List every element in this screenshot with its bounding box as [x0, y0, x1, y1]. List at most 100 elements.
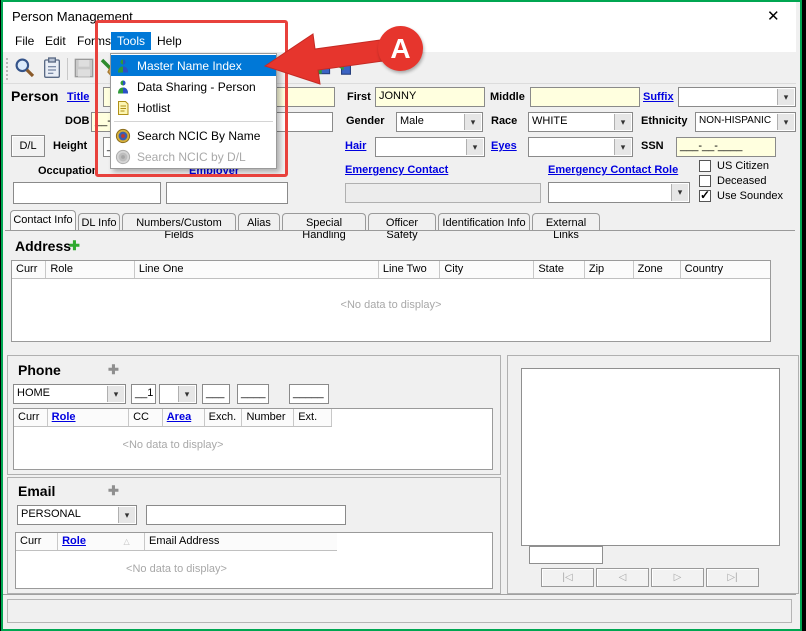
book-icon[interactable] — [314, 57, 338, 81]
emergency-contact-link[interactable]: Emergency Contact — [345, 164, 448, 176]
gender-select[interactable]: Male ▾ — [396, 112, 483, 132]
save-icon[interactable] — [72, 56, 96, 80]
emergency-contact-role-link[interactable]: Emergency Contact Role — [548, 164, 678, 176]
checkbox-box[interactable] — [699, 160, 711, 172]
email-col-role[interactable]: Role — [58, 533, 119, 550]
race-value: WHITE — [532, 115, 567, 127]
phone-ext-field[interactable]: _____ — [289, 384, 329, 404]
email-address-field[interactable] — [146, 505, 346, 525]
add-phone-icon[interactable]: ✚ — [108, 362, 119, 378]
eyes-link[interactable]: Eyes — [491, 140, 517, 152]
hair-select[interactable]: ▾ — [375, 137, 485, 157]
suffix-link-text[interactable]: Suffix — [643, 91, 674, 103]
chevron-down-icon[interactable]: ▾ — [777, 114, 794, 130]
address-col-line-two[interactable]: Line Two — [379, 261, 440, 278]
chevron-down-icon[interactable]: ▾ — [178, 386, 195, 402]
add-email-icon[interactable]: ✚ — [108, 483, 119, 499]
address-col-zone[interactable]: Zone — [634, 261, 681, 278]
ssn-field[interactable]: ___-__-____ — [676, 137, 776, 157]
nav-last-button[interactable]: ▷| — [706, 568, 759, 587]
suffix-select[interactable]: ▾ — [678, 87, 796, 107]
address-col-country[interactable]: Country — [681, 261, 770, 278]
employer-field[interactable] — [166, 182, 288, 204]
menu-edit[interactable]: Edit — [39, 32, 72, 50]
address-col-role[interactable]: Role — [46, 261, 135, 278]
occupation-field[interactable] — [13, 182, 161, 204]
person-icon — [115, 79, 131, 95]
phone-area-select[interactable]: ▾ — [159, 384, 197, 404]
person-small-icon[interactable] — [287, 57, 311, 81]
chevron-down-icon[interactable]: ▾ — [777, 89, 794, 105]
toolbar-grip — [6, 58, 9, 80]
gender-label: Gender — [346, 115, 385, 127]
address-col-curr[interactable]: Curr — [12, 261, 46, 278]
phone-exch-field[interactable]: ___ — [202, 384, 230, 404]
first-name-field[interactable]: JONNY — [375, 87, 485, 107]
email-col-curr[interactable]: Curr — [16, 533, 58, 550]
close-icon[interactable]: ✕ — [767, 7, 780, 25]
menu-item-master-name-index[interactable]: Master Name Index — [111, 55, 276, 76]
ethnicity-select[interactable]: NON-HISPANIC ▾ — [695, 112, 796, 132]
dl-button[interactable]: D/L — [11, 135, 45, 157]
menu-help[interactable]: Help — [151, 32, 188, 50]
address-col-zip[interactable]: Zip — [585, 261, 634, 278]
menu-item-data-sharing-person[interactable]: Data Sharing - Person — [111, 76, 276, 97]
person-section-label: Person — [11, 88, 58, 104]
menu-item-hotlist[interactable]: Hotlist — [111, 97, 276, 118]
tab-officer-safety[interactable]: Officer Safety — [368, 213, 436, 230]
tab-special-handling[interactable]: Special Handling — [282, 213, 366, 230]
menu-tools[interactable]: Tools — [111, 32, 151, 50]
chevron-down-icon[interactable]: ▾ — [614, 114, 631, 130]
address-col-state[interactable]: State — [534, 261, 585, 278]
address-col-line-one[interactable]: Line One — [135, 261, 379, 278]
middle-name-field[interactable] — [530, 87, 640, 107]
person-icon — [115, 58, 131, 74]
menu-file[interactable]: File — [9, 32, 40, 50]
email-col-address[interactable]: Email Address — [145, 533, 337, 550]
phone-col-number[interactable]: Number — [242, 409, 294, 426]
tab-alias[interactable]: Alias — [238, 213, 280, 230]
add-address-icon[interactable]: ✚ — [69, 238, 80, 254]
eyes-select[interactable]: ▾ — [528, 137, 633, 157]
phone-grid-header: Curr Role CC Area Exch. Number Ext. — [14, 409, 332, 427]
tab-contact-info[interactable]: Contact Info — [10, 210, 76, 230]
chevron-down-icon[interactable]: ▾ — [466, 139, 483, 155]
chevron-down-icon[interactable]: ▾ — [671, 184, 688, 201]
race-select[interactable]: WHITE ▾ — [528, 112, 633, 132]
chevron-down-icon[interactable]: ▾ — [614, 139, 631, 155]
nav-next-button[interactable]: ▷ — [651, 568, 704, 587]
tab-external-links[interactable]: External Links — [532, 213, 600, 230]
gender-value: Male — [400, 115, 424, 127]
chevron-down-icon[interactable]: ▾ — [464, 114, 481, 130]
chevron-down-icon[interactable]: ▾ — [107, 386, 124, 402]
phone-col-area[interactable]: Area — [163, 409, 205, 426]
phone-section-label: Phone — [18, 362, 61, 378]
photo-tab[interactable] — [529, 546, 603, 564]
emergency-contact-role-select[interactable]: ▾ — [548, 182, 690, 203]
checkbox-box[interactable]: ✓ — [699, 190, 711, 202]
phone-col-cc[interactable]: CC — [129, 409, 163, 426]
exit-door-icon[interactable] — [336, 57, 360, 81]
phone-col-ext[interactable]: Ext. — [294, 409, 332, 426]
nav-first-button[interactable]: |◁ — [541, 568, 594, 587]
phone-number-field[interactable]: ____ — [237, 384, 269, 404]
clipboard-icon[interactable] — [40, 56, 64, 80]
tab-identification-info[interactable]: Identification Info — [438, 213, 530, 230]
email-type-select[interactable]: PERSONAL ▾ — [17, 505, 137, 525]
tab-dl-info[interactable]: DL Info — [78, 213, 120, 230]
phone-col-exch[interactable]: Exch. — [205, 409, 243, 426]
phone-col-role[interactable]: Role — [48, 409, 129, 426]
chevron-down-icon[interactable]: ▾ — [118, 507, 135, 523]
title-link[interactable]: Title — [67, 91, 89, 103]
phone-type-select[interactable]: HOME ▾ — [13, 384, 126, 404]
phone-cc-field[interactable]: __1 — [131, 384, 156, 404]
checkbox-box[interactable] — [699, 175, 711, 187]
tab-numbers-custom-fields[interactable]: Numbers/Custom Fields — [122, 213, 236, 230]
hair-link[interactable]: Hair — [345, 140, 366, 152]
search-icon[interactable] — [13, 56, 37, 80]
menu-item-search-ncic-by-name[interactable]: Search NCIC By Name — [111, 125, 276, 146]
status-divider — [3, 594, 796, 595]
address-col-city[interactable]: City — [440, 261, 534, 278]
phone-col-curr[interactable]: Curr — [14, 409, 48, 426]
nav-previous-button[interactable]: ◁ — [596, 568, 649, 587]
